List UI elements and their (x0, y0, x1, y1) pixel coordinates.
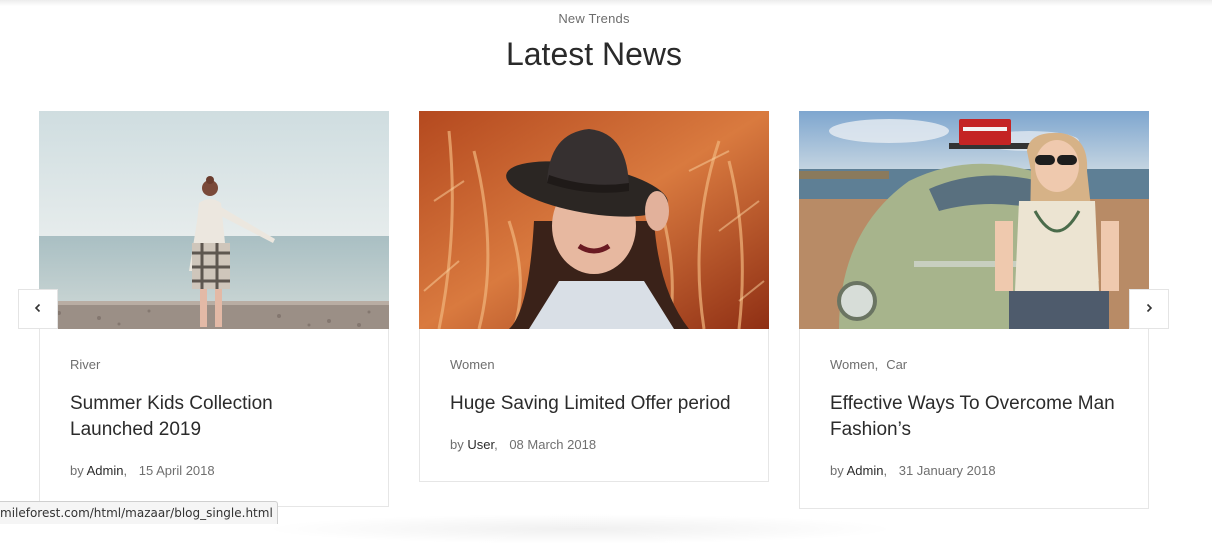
news-card[interactable]: River Summer Kids Collection Launched 20… (39, 111, 389, 507)
news-category: River (70, 357, 358, 373)
news-meta: by User, 08 March 2018 (450, 437, 597, 452)
news-image-woman-hat[interactable] (419, 111, 769, 329)
news-title[interactable]: Summer Kids Collection Launched 2019 (70, 391, 358, 443)
header-shadow (0, 0, 1212, 6)
news-meta: by Admin, 15 April 2018 (70, 463, 215, 478)
meta-by: by (450, 437, 464, 452)
category-link[interactable]: Women (830, 357, 875, 372)
news-card[interactable]: Women Huge Saving Limited Offer period b… (419, 111, 769, 482)
chevron-left-icon (33, 300, 43, 318)
news-card-body: River Summer Kids Collection Launched 20… (39, 329, 389, 507)
section-title: Latest News (505, 36, 683, 72)
author-link[interactable]: User (467, 437, 494, 452)
category-link[interactable]: Women (450, 357, 495, 372)
category-link[interactable]: River (70, 357, 100, 372)
news-card[interactable]: Women, Car Effective Ways To Overcome Man… (799, 111, 1149, 509)
post-date: 08 March 2018 (509, 437, 597, 452)
post-date: 15 April 2018 (138, 463, 215, 478)
news-card-body: Women, Car Effective Ways To Overcome Man… (799, 329, 1149, 509)
news-title[interactable]: Effective Ways To Overcome Man Fashion’s (830, 391, 1118, 443)
news-meta: by Admin, 31 January 2018 (830, 463, 996, 478)
meta-by: by (70, 463, 84, 478)
news-image-girl-beach[interactable] (39, 111, 389, 329)
news-category: Women (450, 357, 738, 373)
news-image-woman-car[interactable] (799, 111, 1149, 329)
chevron-right-icon (1144, 300, 1154, 318)
news-card-body: Women Huge Saving Limited Offer period b… (419, 329, 769, 482)
author-link[interactable]: Admin (87, 463, 124, 478)
post-date: 31 January 2018 (898, 463, 996, 478)
footer-shadow (260, 514, 900, 544)
author-link[interactable]: Admin (847, 463, 884, 478)
meta-by: by (830, 463, 844, 478)
browser-status-bar: mileforest.com/html/mazaar/blog_single.h… (0, 501, 278, 524)
news-category: Women, Car (830, 357, 908, 372)
carousel-next-button[interactable] (1129, 289, 1169, 329)
section-eyebrow: New Trends (558, 11, 630, 26)
news-title[interactable]: Huge Saving Limited Offer period (450, 391, 738, 417)
category-link[interactable]: Car (886, 357, 907, 372)
carousel-prev-button[interactable] (18, 289, 58, 329)
